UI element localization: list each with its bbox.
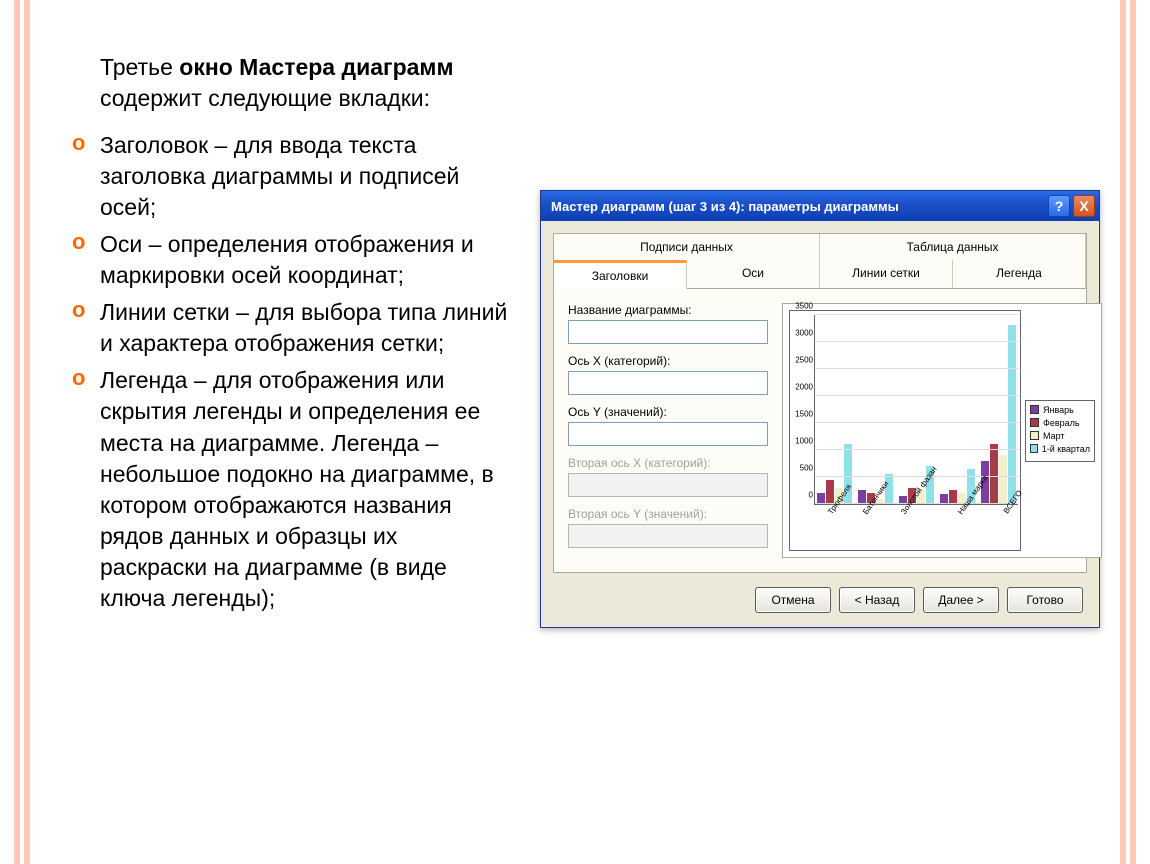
label-axis-y: Ось Y (значений): xyxy=(568,405,768,419)
intro-bold: окно Мастера диаграмм xyxy=(179,54,453,80)
label-axis-x2: Вторая ось X (категорий): xyxy=(568,456,768,470)
y-tick-label: 3500 xyxy=(789,302,813,311)
tab-legend[interactable]: Легенда xyxy=(953,260,1086,288)
bullet-item: Заголовок – для ввода текста заголовка д… xyxy=(70,130,510,223)
intro-text-tail: содержит следующие вкладки: xyxy=(100,85,430,111)
fields-column: Название диаграммы: Ось X (категорий): О… xyxy=(568,303,768,558)
image-column: Мастер диаграмм (шаг 3 из 4): параметры … xyxy=(540,40,1100,824)
titlebar[interactable]: Мастер диаграмм (шаг 3 из 4): параметры … xyxy=(541,191,1099,221)
legend-item: Февраль xyxy=(1030,418,1090,428)
chart-area: 0500100015002000250030003500 ТрюфеляБато… xyxy=(789,310,1021,551)
chart-preview: 0 500 1000 1500 2000 2500 3000 3500 ТрюфеляБато… xyxy=(782,303,1102,558)
x-axis-labels: ТрюфеляБатончикиЗолотой фазанНаша маркаВ… xyxy=(814,507,1018,547)
bullet-list: Заголовок – для ввода текста заголовка д… xyxy=(70,130,510,614)
y-tick-label: 2000 xyxy=(789,383,813,392)
dialog-body: Подписи данных Таблица данных Заголовки … xyxy=(541,221,1099,627)
tab-data-labels[interactable]: Подписи данных xyxy=(554,234,820,260)
description-column: Третье окно Мастера диаграмм содержит сл… xyxy=(70,40,510,824)
legend-label: Февраль xyxy=(1043,418,1080,428)
help-icon: ? xyxy=(1055,199,1064,213)
back-button[interactable]: < Назад xyxy=(839,587,915,613)
input-axis-x2 xyxy=(568,473,768,497)
legend-label: 1-й квартал xyxy=(1042,444,1090,454)
y-tick-label: 500 xyxy=(789,464,813,473)
tab-panel-titles: Название диаграммы: Ось X (категорий): О… xyxy=(553,289,1087,573)
input-axis-y[interactable] xyxy=(568,422,768,446)
legend-item: Январь xyxy=(1030,405,1090,415)
titlebar-buttons: ? X xyxy=(1048,195,1095,217)
legend-box: Январь Февраль Март 1-й квартал xyxy=(1025,400,1095,462)
label-chart-title: Название диаграммы: xyxy=(568,303,768,317)
bullet-item: Легенда – для отображения или скрытия ле… xyxy=(70,365,510,613)
accent-stripe xyxy=(14,0,20,864)
legend-swatch xyxy=(1030,431,1039,440)
cancel-button[interactable]: Отмена xyxy=(755,587,831,613)
window-title: Мастер диаграмм (шаг 3 из 4): параметры … xyxy=(551,199,899,214)
label-axis-y2: Вторая ось Y (значений): xyxy=(568,507,768,521)
input-axis-y2 xyxy=(568,524,768,548)
legend-item: 1-й квартал xyxy=(1030,444,1090,454)
legend-label: Март xyxy=(1043,431,1065,441)
accent-stripe xyxy=(1120,0,1126,864)
input-chart-title[interactable] xyxy=(568,320,768,344)
input-axis-x[interactable] xyxy=(568,371,768,395)
button-row: Отмена < Назад Далее > Готово xyxy=(553,573,1087,613)
next-button[interactable]: Далее > xyxy=(923,587,999,613)
bullet-item: Оси – определения отображения и маркиров… xyxy=(70,229,510,291)
y-tick-label: 2500 xyxy=(789,356,813,365)
accent-stripe xyxy=(1130,0,1136,864)
tab-titles[interactable]: Заголовки xyxy=(554,260,687,289)
close-icon: X xyxy=(1079,199,1088,213)
y-tick-label: 0 xyxy=(789,491,813,500)
accent-stripe xyxy=(24,0,30,864)
legend-swatch xyxy=(1030,405,1039,414)
dialog-window: Мастер диаграмм (шаг 3 из 4): параметры … xyxy=(540,190,1100,628)
bullet-item: Линии сетки – для выбора типа линий и ха… xyxy=(70,297,510,359)
label-axis-x: Ось X (категорий): xyxy=(568,354,768,368)
legend-label: Январь xyxy=(1043,405,1074,415)
tab-gridlines[interactable]: Линии сетки xyxy=(820,260,953,288)
y-tick-label: 3000 xyxy=(789,329,813,338)
legend-swatch xyxy=(1030,444,1038,453)
close-button[interactable]: X xyxy=(1073,195,1095,217)
slide: Третье окно Мастера диаграмм содержит сл… xyxy=(0,0,1150,864)
intro-paragraph: Третье окно Мастера диаграмм содержит сл… xyxy=(100,52,510,114)
finish-button[interactable]: Готово xyxy=(1007,587,1083,613)
tab-axes[interactable]: Оси xyxy=(687,260,820,288)
tabstrip: Подписи данных Таблица данных Заголовки … xyxy=(553,233,1087,289)
y-tick-label: 1500 xyxy=(789,410,813,419)
bar xyxy=(1008,325,1016,504)
y-tick-label: 1000 xyxy=(789,437,813,446)
tab-data-table[interactable]: Таблица данных xyxy=(820,234,1086,260)
help-button[interactable]: ? xyxy=(1048,195,1070,217)
legend-item: Март xyxy=(1030,431,1090,441)
intro-text: Третье xyxy=(100,54,179,80)
legend-swatch xyxy=(1030,418,1039,427)
